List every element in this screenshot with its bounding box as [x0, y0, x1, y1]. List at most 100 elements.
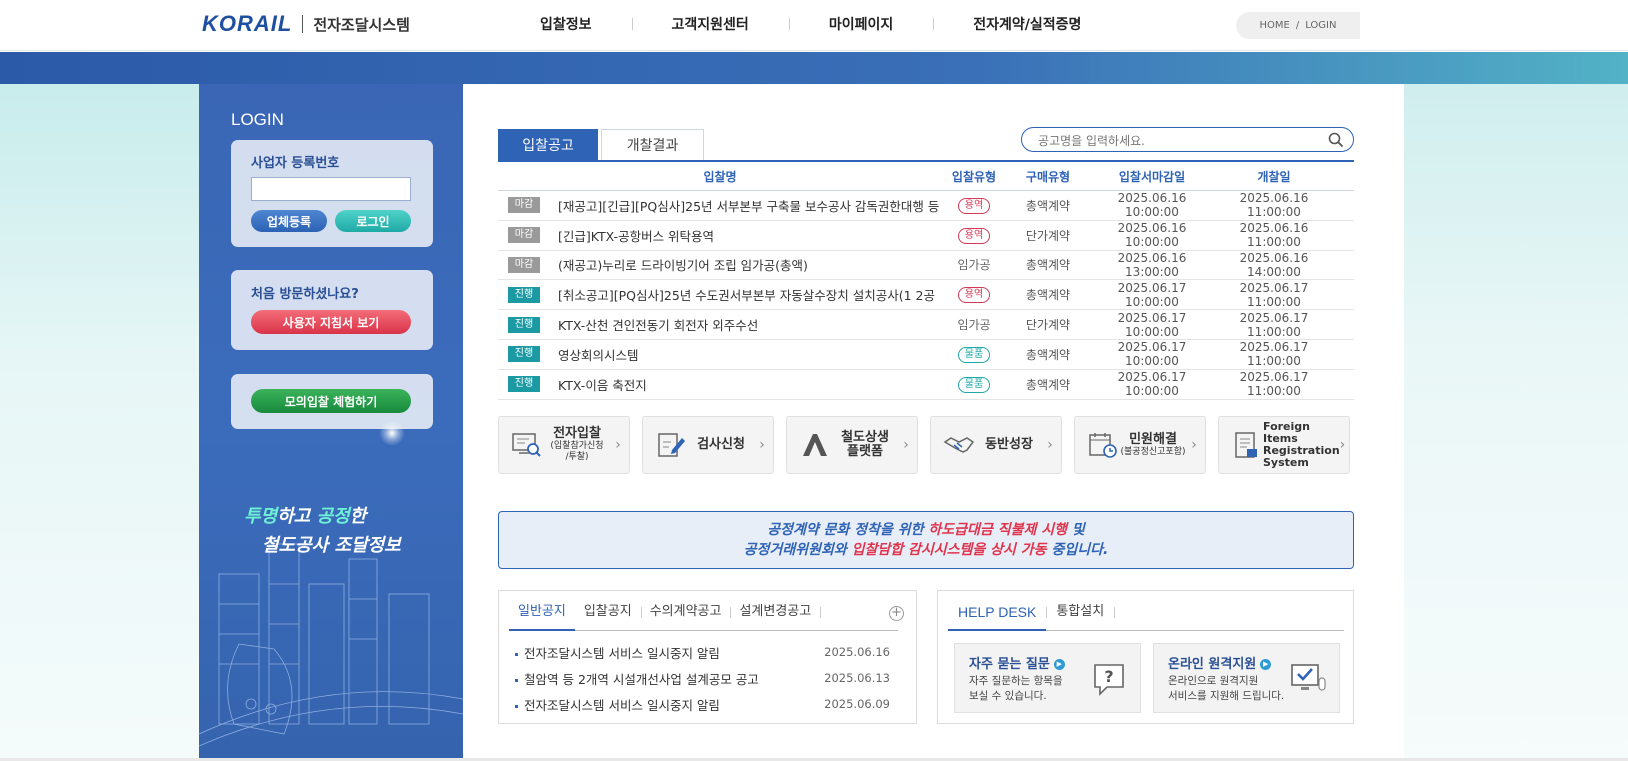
table-row[interactable]: 마감 [긴급]KTX-공항버스 위탁용역 용역 단가계약 2025.06.16 10:0…	[498, 221, 1354, 251]
notice-date: 2025.06.13	[824, 671, 890, 685]
quick-link-title: 철도상생 플랫폼	[841, 430, 889, 459]
nav-customer-center[interactable]: 고객지원센터	[631, 14, 789, 34]
search-icon[interactable]	[1327, 131, 1345, 149]
cell-name[interactable]: 마감 (재공고)누리로 드라이빙기어 조립 임가공(총액)	[498, 255, 942, 274]
header-type: 입찰유형	[951, 169, 997, 184]
cell-type: 용역	[942, 227, 1006, 244]
cell-open-date: 2025.06.16 14:00:00	[1239, 250, 1309, 279]
cell-name[interactable]: 마감 [재공고][긴급][PQ심사]25년 서부본부 구축물 보수공사 감독권한대…	[498, 196, 942, 215]
cell-open-date: 2025.06.17 11:00:00	[1239, 310, 1309, 339]
table-row[interactable]: 마감 [재공고][긴급][PQ심사]25년 서부본부 구축물 보수공사 감독권한대…	[498, 191, 1354, 221]
bid-title-link[interactable]: [재공고][긴급][PQ심사]25년 서부본부 구축물 보수공사 감독권한대행 …	[558, 196, 939, 215]
nav-e-contract[interactable]: 전자계약/실적증명	[933, 14, 1121, 34]
quick-link-label: Foreign Items Registration System	[1263, 421, 1340, 469]
tab-bid-notice-board[interactable]: 입찰공지	[575, 603, 641, 631]
cell-open-date: 2025.06.16 11:00:00	[1239, 191, 1309, 220]
cell-close-date: 2025.06.16 10:00:00	[1117, 191, 1187, 220]
business-number-input[interactable]	[251, 177, 411, 201]
cell-open-date: 2025.06.17 11:00:00	[1239, 340, 1309, 369]
tab-open-result[interactable]: 개찰결과	[601, 129, 704, 160]
cell-name[interactable]: 마감 [긴급]KTX-공항버스 위탁용역	[498, 226, 942, 245]
bid-title-link[interactable]: KTX-산천 견인전동기 회전자 외주수선	[558, 315, 758, 334]
cell-close-date: 2025.06.17 10:00:00	[1117, 370, 1187, 399]
login-link[interactable]: LOGIN	[1305, 20, 1336, 31]
korail-logo[interactable]: KORAIL 전자조달시스템	[202, 11, 410, 37]
cell-name[interactable]: 진행 KTX-이음 축전지	[498, 375, 942, 394]
bid-title-link[interactable]: [긴급]KTX-공항버스 위탁용역	[558, 226, 714, 245]
cell-close-date: 2025.06.16 10:00:00	[1117, 221, 1187, 250]
tab-design-change[interactable]: 설계변경공고	[730, 603, 821, 631]
nav-mypage[interactable]: 마이페이지	[788, 14, 933, 34]
bid-title-link[interactable]: KTX-이음 축전지	[558, 375, 647, 394]
cell-buy-type: 단가계약	[1025, 228, 1071, 243]
tab-bid-notice[interactable]: 입찰공고	[498, 129, 598, 160]
faq-desc: 자주 질문하는 항목을 보실 수 있습니다.	[969, 675, 1063, 702]
slogan: 투명하고 공정한 철도공사 조달정보	[244, 502, 401, 560]
mock-bid-button[interactable]: 모의입찰 체험하기	[251, 389, 411, 413]
quick-link-monitor-search[interactable]: 전자입찰 (입찰참가신청 /투찰) ›	[498, 416, 630, 474]
quick-link-sub: (불공정신고포함)	[1120, 446, 1186, 457]
notice-text-1c: 및	[1066, 522, 1085, 538]
remote-desc: 온라인으로 원격지원 서비스를 지원해 드립니다.	[1168, 675, 1285, 702]
document-list-icon	[1231, 430, 1263, 460]
quick-link-pencil-doc[interactable]: 검사신청 ›	[642, 416, 774, 474]
quick-link-handshake[interactable]: 동반성장 ›	[930, 416, 1062, 474]
home-link[interactable]: HOME	[1260, 20, 1290, 31]
util-links: HOME / LOGIN	[1236, 12, 1360, 39]
quick-link-title: 검사신청	[697, 437, 745, 452]
header-name: 입찰명	[703, 169, 737, 184]
quick-link-platform-logo[interactable]: 철도상생 플랫폼 ›	[786, 416, 918, 474]
list-item[interactable]: 전자조달시스템 서비스 일시중지 알림 2025.06.16	[515, 639, 890, 665]
cell-type: 물품	[942, 346, 1006, 363]
nav-bid-info[interactable]: 입찰정보	[500, 14, 632, 34]
go-arrow-icon: ▶	[1053, 659, 1065, 670]
quick-link-title: 전자입찰	[553, 426, 601, 441]
table-row[interactable]: 진행 [취소공고][PQ심사]25년 수도권서부본부 자동살수장치 설치공사(1 …	[498, 280, 1354, 311]
cell-name[interactable]: 진행 [취소공고][PQ심사]25년 수도권서부본부 자동살수장치 설치공사(1 …	[498, 285, 942, 304]
notice-title[interactable]: 전자조달시스템 서비스 일시중지 알림	[515, 643, 720, 662]
list-item[interactable]: 철암역 등 2개역 시설개선사업 설계공모 공고 2025.06.13	[515, 665, 890, 691]
quick-link-document-list[interactable]: Foreign Items Registration System ›	[1218, 416, 1350, 474]
table-row[interactable]: 진행 영상회의시스템 물품 총액계약 2025.06.17 10:00:00 2025.0…	[498, 340, 1354, 370]
table-row[interactable]: 마감 (재공고)누리로 드라이빙기어 조립 임가공(총액) 임가공 총액계약 2025.…	[498, 251, 1354, 281]
calendar-clock-icon	[1087, 430, 1119, 460]
login-button[interactable]: 로그인	[335, 210, 411, 232]
cell-name[interactable]: 진행 KTX-산천 견인전동기 회전자 외주수선	[498, 315, 942, 334]
bid-type-badge: 물품	[957, 346, 991, 363]
tab-integrated-install[interactable]: 통합설치	[1046, 603, 1116, 631]
remote-support-card[interactable]: 온라인 원격지원 ▶ 온라인으로 원격지원 서비스를 지원해 드립니다.	[1153, 643, 1340, 713]
header-buy: 구매유형	[1025, 169, 1071, 184]
bid-title-link[interactable]: [취소공고][PQ심사]25년 수도권서부본부 자동살수장치 설치공사(1 2공	[558, 285, 935, 304]
register-company-button[interactable]: 업체등록	[251, 210, 327, 232]
cell-type: 임가공	[942, 256, 1006, 273]
bid-title-link[interactable]: 영상회의시스템	[558, 345, 639, 364]
table-row[interactable]: 진행 KTX-이음 축전지 물품 총액계약 2025.06.17 10:00:00 202…	[498, 370, 1354, 400]
cell-buy-type: 총액계약	[1025, 198, 1071, 213]
chevron-right-icon: ›	[1339, 437, 1346, 453]
remote-title-text: 온라인 원격지원	[1168, 657, 1257, 672]
tab-general-notice[interactable]: 일반공지	[509, 603, 575, 631]
tab-private-contract[interactable]: 수의계약공고	[640, 603, 731, 631]
cell-open-date: 2025.06.17 11:00:00	[1239, 370, 1309, 399]
notice-title[interactable]: 철암역 등 2개역 시설개선사업 설계공모 공고	[515, 669, 759, 688]
quick-link-title: 동반성장	[985, 437, 1033, 452]
notice-line-2: 공정거래위원회와 입찰담합 감시시스템을 상시 가동 중입니다.	[499, 540, 1353, 560]
notice-line-1: 공정계약 문화 정착을 위한 하도급대금 직불제 시행 및	[499, 520, 1353, 540]
user-guide-button[interactable]: 사용자 지침서 보기	[251, 310, 411, 334]
quick-link-calendar-clock[interactable]: 민원해결 (불공정신고포함) ›	[1074, 416, 1206, 474]
logo-divider	[302, 15, 304, 33]
list-item[interactable]: 전자조달시스템 서비스 일시중지 알림 2025.06.09	[515, 691, 890, 717]
search-box[interactable]: 공고명을 입력하세요.	[1021, 127, 1354, 152]
tab-help-desk[interactable]: HELP DESK	[948, 603, 1047, 631]
status-badge: 마감	[508, 256, 540, 273]
bid-title-link[interactable]: (재공고)누리로 드라이빙기어 조립 임가공(총액)	[558, 255, 808, 274]
faq-card[interactable]: 자주 묻는 질문 ▶ 자주 질문하는 항목을 보실 수 있습니다. ?	[954, 643, 1141, 713]
board-tabs: 일반공지 입찰공지 수의계약공고 설계변경공고	[509, 603, 898, 631]
plus-icon[interactable]: +	[889, 606, 904, 621]
notice-highlight-2: 입찰담합 감시시스템을 상시 가동	[851, 542, 1047, 558]
monitor-search-icon	[511, 430, 543, 460]
cell-name[interactable]: 진행 영상회의시스템	[498, 345, 942, 364]
notice-title[interactable]: 전자조달시스템 서비스 일시중지 알림	[515, 695, 720, 714]
table-row[interactable]: 진행 KTX-산천 견인전동기 회전자 외주수선 임가공 단가계약 2025.06.17…	[498, 310, 1354, 340]
search-input[interactable]: 공고명을 입력하세요.	[1038, 132, 1145, 149]
